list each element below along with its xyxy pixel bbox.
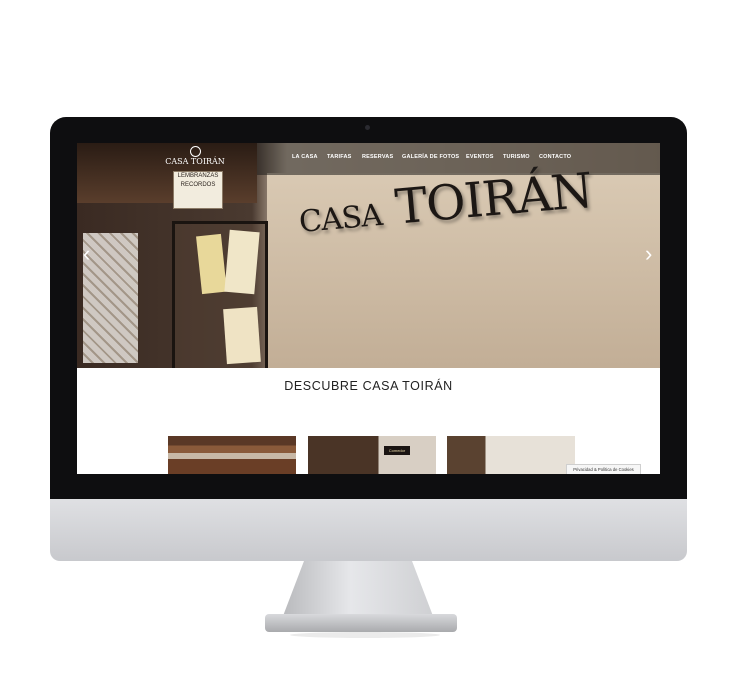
sign-line: RECORDOS	[180, 182, 216, 188]
nav-tarifas[interactable]: TARIFAS	[327, 154, 352, 160]
thumb-sign: Comedor	[384, 446, 410, 455]
gallery-thumb[interactable]	[168, 436, 296, 474]
site-logo[interactable]: CASA TOIRÁN	[165, 146, 225, 176]
nav-reservas[interactable]: RESERVAS	[362, 154, 393, 160]
base-shadow	[290, 632, 440, 638]
postcard	[224, 229, 260, 295]
slider-prev-icon[interactable]: ‹	[83, 241, 90, 267]
main-nav: LA CASA TARIFAS RESERVAS GALERÍA DE FOTO…	[257, 143, 660, 175]
nav-galeria[interactable]: GALERÍA DE FOTOS	[402, 154, 459, 160]
sign-casa: CASA	[297, 197, 384, 241]
souvenir-sign: LEMBRANZAS RECORDOS	[173, 171, 223, 209]
logo-swirl-icon	[189, 146, 201, 157]
nav-turismo[interactable]: TURISMO	[503, 154, 530, 160]
monitor-base	[265, 614, 457, 632]
nav-la-casa[interactable]: LA CASA	[292, 154, 318, 160]
gallery-thumb[interactable]: Comedor	[308, 436, 436, 474]
monitor-chin	[50, 499, 687, 561]
slider-next-icon[interactable]: ›	[645, 241, 652, 267]
nav-eventos[interactable]: EVENTOS	[466, 154, 494, 160]
lattice-window	[83, 233, 138, 363]
logo-text: CASA TOIRÁN	[165, 157, 225, 166]
hero-slider: LEMBRANZAS RECORDOS CASA TOIRÁN CASA TOI…	[77, 143, 660, 368]
section-title: DESCUBRE CASA TOIRÁN	[284, 379, 453, 393]
website-screen: LEMBRANZAS RECORDOS CASA TOIRÁN CASA TOI…	[77, 143, 660, 474]
nav-contacto[interactable]: CONTACTO	[539, 154, 571, 160]
monitor-stand	[283, 561, 433, 616]
postcard	[223, 306, 261, 365]
camera	[365, 125, 370, 130]
gallery-thumb[interactable]	[447, 436, 575, 474]
cookie-policy-button[interactable]: Privacidad & Política de Cookies	[566, 464, 641, 474]
